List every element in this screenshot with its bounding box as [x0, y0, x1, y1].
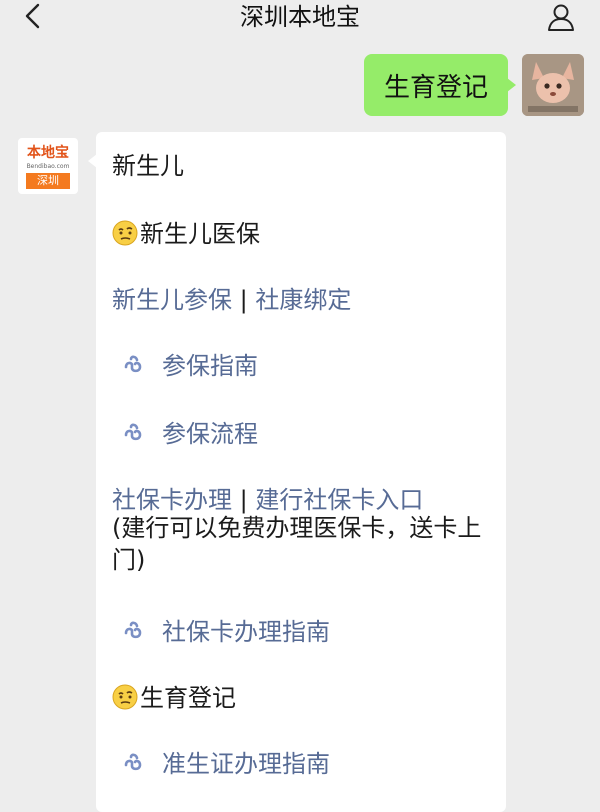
person-icon: [548, 4, 574, 31]
user-avatar[interactable]: [522, 54, 584, 116]
fox-avatar-icon: [522, 54, 584, 116]
community-bind-link[interactable]: 社康绑定: [255, 286, 351, 314]
newborn-heading: 新生儿: [112, 152, 184, 180]
mini-label-permit-guide: 准生证办理指南: [162, 750, 330, 778]
user-message-row: 生育登记: [363, 54, 584, 116]
mini-program-icon: [124, 621, 142, 638]
section-newborn-insurance: 新生儿医保: [112, 214, 260, 249]
mini-label-insure-guide: 参保指南: [162, 352, 258, 380]
card-links-line: 社保卡办理 | 建行社保卡入口: [112, 480, 423, 515]
mini-program-insure-process[interactable]: 参保流程: [120, 414, 258, 449]
user-message-bubble[interactable]: 生育登记: [363, 54, 517, 116]
mini-program-insure-guide[interactable]: 参保指南: [120, 346, 258, 381]
ccb-note: (建行可以免费办理医保卡，送卡上门): [112, 514, 482, 574]
page-title: 深圳本地宝: [240, 3, 360, 31]
mini-program-icon: [124, 355, 142, 372]
logo-url: Bendibao.com: [26, 163, 70, 170]
section1-title: 新生儿医保: [140, 220, 260, 248]
logo-city: 深圳: [26, 173, 70, 189]
profile-button[interactable]: [544, 0, 578, 34]
social-card-link[interactable]: 社保卡办理: [112, 486, 232, 514]
mini-program-icon: [124, 423, 142, 440]
mini-program-card-guide[interactable]: 社保卡办理指南: [120, 612, 330, 647]
section2-title: 生育登记: [140, 684, 236, 712]
thinking-face-icon: [112, 684, 138, 710]
thinking-face-icon: [112, 220, 138, 246]
mini-program-icon: [124, 753, 142, 770]
nav-bar: 深圳本地宝: [0, 0, 600, 34]
bot-message-bubble: 新生儿 新生儿医保 新生儿参保 | 社康绑定 参保指南 参保流程 社保卡办理 |: [88, 132, 506, 812]
separator: |: [239, 486, 248, 514]
mini-label-insure-process: 参保流程: [162, 420, 258, 448]
ccb-card-entry-link[interactable]: 建行社保卡入口: [255, 486, 423, 514]
bot-avatar[interactable]: 本地宝 Bendibao.com 深圳: [18, 138, 78, 194]
newborn-insure-link[interactable]: 新生儿参保: [112, 286, 232, 314]
user-message-text: 生育登记: [383, 72, 488, 103]
mini-label-card-guide: 社保卡办理指南: [162, 618, 330, 646]
logo-text: 本地宝: [27, 145, 69, 161]
section-birth-registration: 生育登记: [112, 678, 236, 713]
insure-links-line: 新生儿参保 | 社康绑定: [112, 280, 351, 315]
separator: |: [239, 286, 248, 314]
mini-program-permit-guide[interactable]: 准生证办理指南: [120, 744, 330, 779]
